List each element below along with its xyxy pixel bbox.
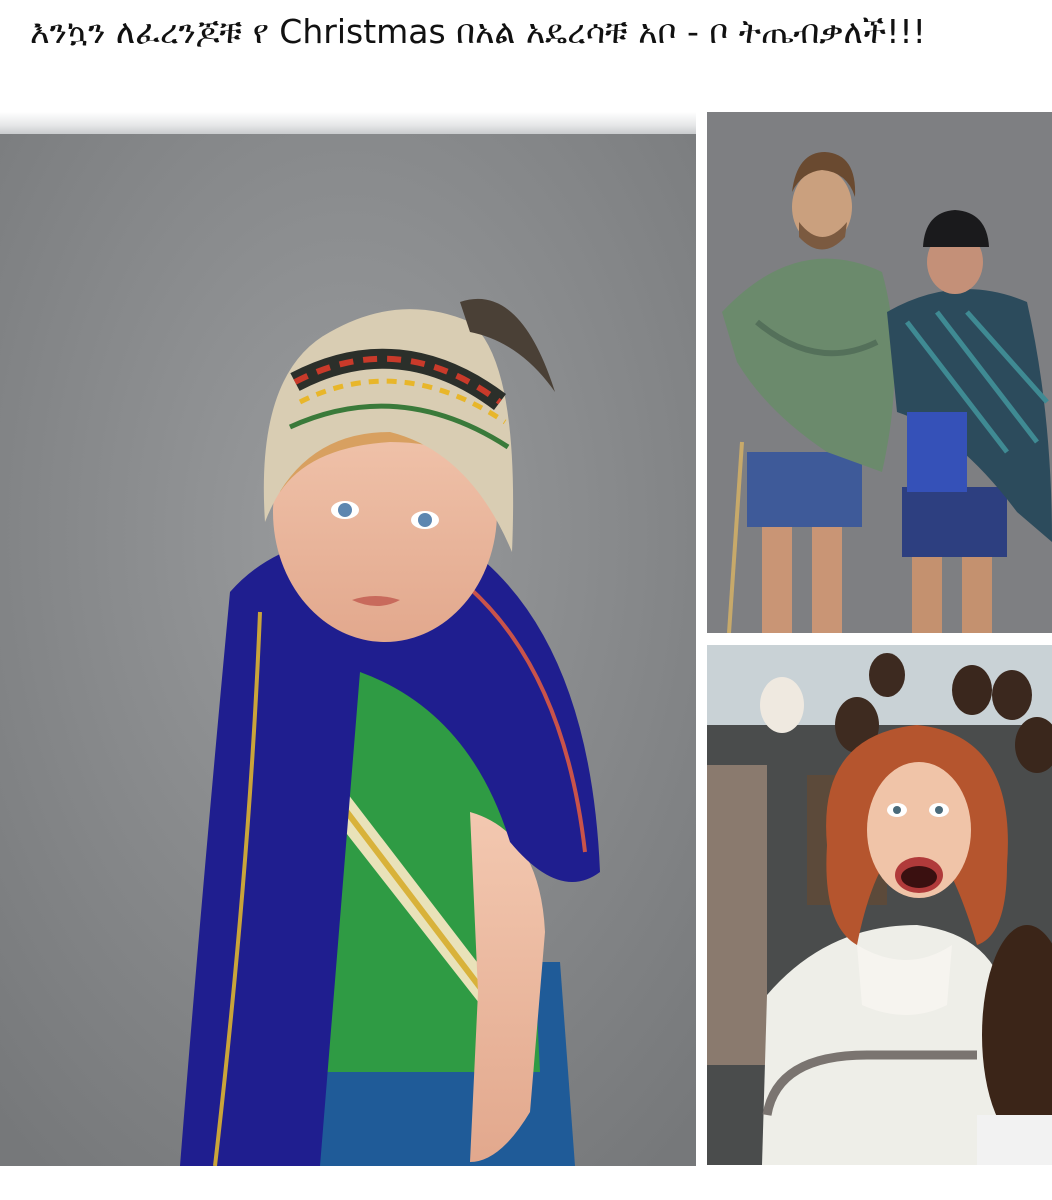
bus-woman-photo-illustration (707, 645, 1052, 1165)
boy-in-ethiopian-hat-and-scarf-photo[interactable] (0, 112, 696, 1166)
two-men-in-shawls-photo[interactable] (707, 112, 1052, 633)
screaming-woman-on-bus-photo[interactable] (707, 645, 1052, 1165)
image-top-border (0, 112, 696, 134)
post-caption: እንኳን ለፈረንጆቹ የ Christmas በአል አዴረሳቹ አቦ - ቦ… (30, 12, 926, 51)
two-men-photo-illustration (707, 112, 1052, 633)
boy-photo-illustration (0, 112, 696, 1166)
